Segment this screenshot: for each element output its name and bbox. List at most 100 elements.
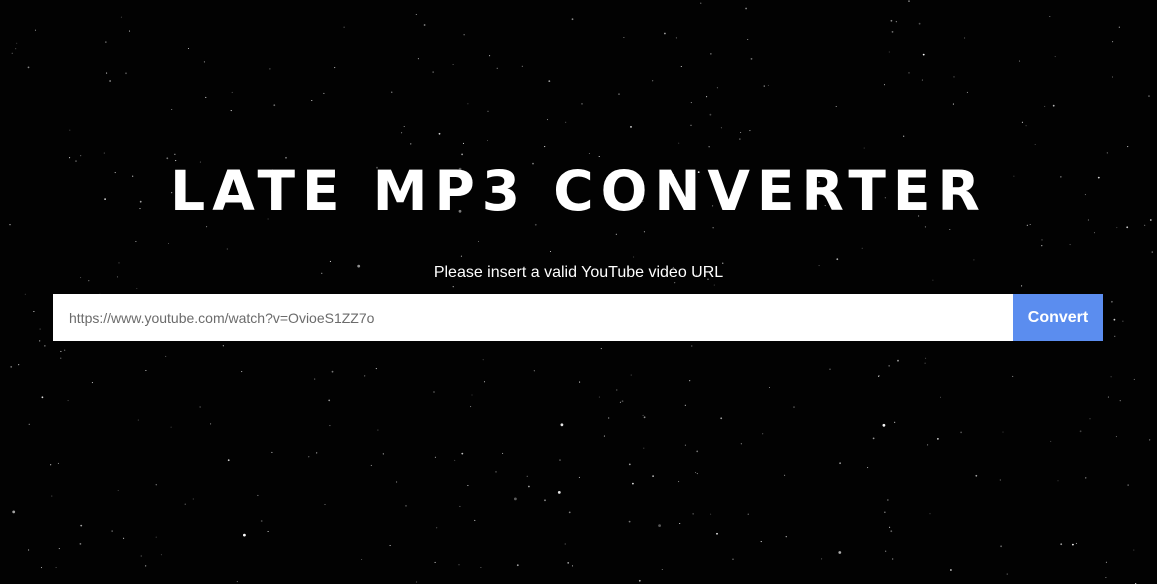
star xyxy=(257,494,259,496)
star xyxy=(1118,26,1120,28)
star xyxy=(793,406,795,408)
star xyxy=(526,475,528,477)
star xyxy=(544,499,546,502)
star xyxy=(678,481,680,483)
star xyxy=(633,256,635,258)
star xyxy=(467,484,469,487)
star xyxy=(713,284,715,286)
star xyxy=(64,349,66,351)
star xyxy=(885,550,887,552)
star xyxy=(165,355,167,357)
star xyxy=(502,452,504,454)
star xyxy=(544,146,546,148)
star xyxy=(950,569,952,571)
star xyxy=(745,7,747,10)
star xyxy=(952,103,954,105)
star xyxy=(91,382,93,384)
star xyxy=(918,22,921,25)
star xyxy=(903,135,905,137)
star xyxy=(1018,60,1021,62)
star xyxy=(1041,245,1043,247)
star xyxy=(396,481,398,483)
star xyxy=(40,567,43,569)
star xyxy=(474,519,476,521)
star xyxy=(762,433,764,435)
star xyxy=(763,85,765,87)
star xyxy=(44,345,46,347)
star xyxy=(621,400,624,403)
star xyxy=(1127,484,1129,486)
star xyxy=(155,536,157,538)
star xyxy=(128,30,131,32)
star xyxy=(892,558,894,560)
star xyxy=(872,437,875,440)
star xyxy=(382,453,384,455)
star xyxy=(739,138,741,140)
star xyxy=(861,247,863,249)
star xyxy=(125,72,127,75)
star xyxy=(784,474,786,476)
star xyxy=(135,240,137,243)
star xyxy=(652,80,654,82)
star xyxy=(1133,378,1135,380)
star xyxy=(16,42,18,44)
star xyxy=(1148,95,1150,97)
star xyxy=(415,13,417,16)
star xyxy=(111,530,113,532)
star xyxy=(140,555,142,557)
star xyxy=(329,260,331,262)
star xyxy=(308,456,310,458)
star xyxy=(192,498,194,500)
star xyxy=(184,503,186,505)
star xyxy=(691,345,693,347)
star xyxy=(882,423,886,427)
star xyxy=(1112,41,1114,43)
star xyxy=(710,513,712,515)
star xyxy=(600,348,602,350)
star xyxy=(60,350,62,352)
star xyxy=(423,24,426,26)
star xyxy=(123,537,125,539)
star xyxy=(581,103,583,105)
star xyxy=(39,340,41,342)
star xyxy=(1002,431,1004,433)
star xyxy=(924,362,926,364)
star xyxy=(480,566,482,569)
star xyxy=(1075,542,1077,544)
star xyxy=(696,450,699,453)
star xyxy=(908,0,910,2)
url-input[interactable] xyxy=(53,294,1013,341)
star xyxy=(1151,251,1153,253)
star xyxy=(883,84,886,86)
star xyxy=(463,34,465,36)
star xyxy=(405,505,407,507)
convert-form: Convert xyxy=(53,294,1103,341)
star xyxy=(628,520,631,523)
star xyxy=(230,110,232,112)
star xyxy=(568,511,571,514)
star xyxy=(664,32,666,35)
star xyxy=(603,435,605,437)
star xyxy=(50,464,52,466)
star xyxy=(79,543,82,545)
star xyxy=(18,364,20,366)
star xyxy=(57,462,59,464)
star xyxy=(1057,480,1059,482)
star xyxy=(632,482,634,485)
star xyxy=(1034,143,1036,146)
star xyxy=(747,38,749,41)
convert-button[interactable]: Convert xyxy=(1013,294,1103,341)
star xyxy=(598,396,600,398)
star xyxy=(334,67,336,69)
star xyxy=(370,464,372,466)
star xyxy=(24,293,26,295)
star xyxy=(482,359,484,361)
star xyxy=(120,16,122,18)
star xyxy=(1085,477,1087,479)
star xyxy=(895,21,897,23)
star xyxy=(661,568,663,571)
star xyxy=(1054,56,1056,58)
star xyxy=(1072,543,1074,546)
star xyxy=(80,524,83,527)
star xyxy=(680,65,682,68)
